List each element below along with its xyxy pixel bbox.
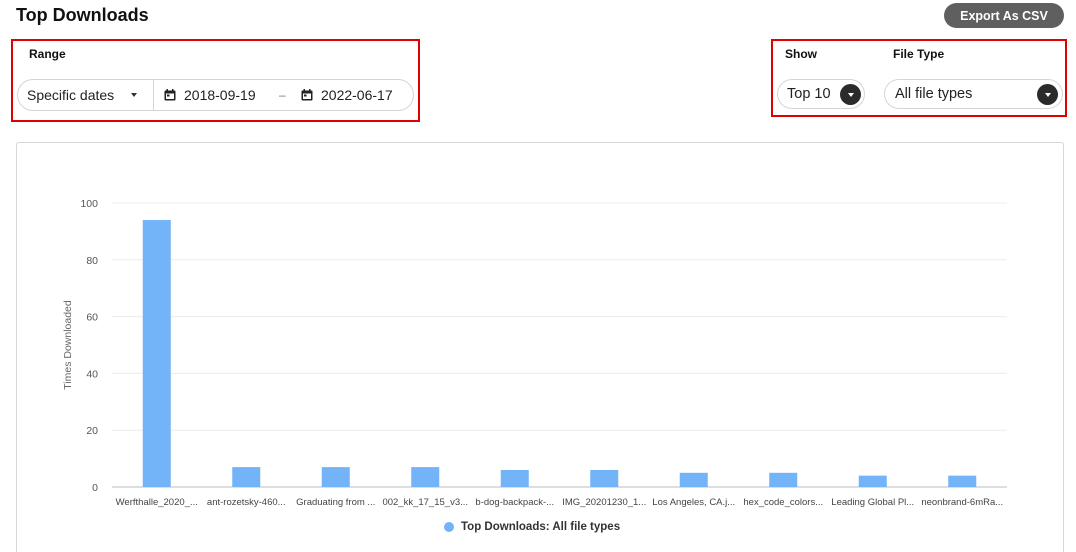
legend-swatch xyxy=(444,522,454,532)
x-tick-label: hex_code_colors... xyxy=(743,497,823,508)
page-title: Top Downloads xyxy=(16,5,149,25)
chevron-down-icon xyxy=(1037,84,1058,105)
y-tick-label: 0 xyxy=(92,482,98,494)
y-tick-label: 80 xyxy=(86,255,98,267)
bar xyxy=(232,467,261,487)
bar xyxy=(858,475,887,487)
bar xyxy=(769,472,798,487)
chart-card: 0 20 40 60 80 100 Times Downloaded Werfthalle_2… xyxy=(16,142,1064,552)
export-csv-button[interactable]: Export As CSV xyxy=(944,3,1064,28)
top-downloads-chart: 0 20 40 60 80 100 Times Downloaded Werfthalle_2… xyxy=(62,198,1007,508)
x-tick-label: Leading Global Pl... xyxy=(831,497,914,508)
date-to-field[interactable]: 2022-06-17 xyxy=(301,80,411,110)
bar xyxy=(321,467,350,487)
y-axis-label: Times Downloaded xyxy=(62,300,74,390)
range-select-value: Specific dates xyxy=(27,87,115,103)
range-select[interactable]: Specific dates xyxy=(18,80,154,110)
x-tick-label: Werfthalle_2020_... xyxy=(116,497,198,508)
bar xyxy=(679,472,708,487)
show-select-value: Top 10 xyxy=(787,86,831,102)
x-tick-label: Los Angeles, CA.j... xyxy=(652,497,735,508)
file-type-label: File Type xyxy=(893,47,945,61)
x-tick-label: neonbrand-6mRa... xyxy=(921,497,1003,508)
bar xyxy=(590,469,619,487)
bar xyxy=(142,220,171,487)
legend-label: Top Downloads: All file types xyxy=(461,521,621,533)
date-range-control: Specific dates 2018-09-19 – 2022-06-17 xyxy=(17,79,414,111)
y-tick-label: 20 xyxy=(86,425,98,437)
file-type-select[interactable]: All file types xyxy=(884,79,1063,109)
chevron-down-icon xyxy=(840,84,861,105)
x-tick-label: ant-rozetsky-460... xyxy=(207,497,286,508)
date-from-field[interactable]: 2018-09-19 xyxy=(164,80,274,110)
range-divider xyxy=(153,80,154,110)
x-tick-label: b-dog-backpack-... xyxy=(475,497,554,508)
show-select[interactable]: Top 10 xyxy=(777,79,865,109)
caret-down-icon xyxy=(131,93,137,97)
x-tick-label: Graduating from ... xyxy=(296,497,375,508)
top-downloads-page: Top Downloads Export As CSV Range Specif… xyxy=(0,0,1076,552)
bar xyxy=(411,467,440,487)
date-from-value: 2018-09-19 xyxy=(184,87,256,103)
date-separator: – xyxy=(279,88,286,102)
y-tick-label: 100 xyxy=(80,198,98,210)
x-tick-label: IMG_20201230_1... xyxy=(562,497,646,508)
bar xyxy=(948,475,977,487)
date-to-value: 2022-06-17 xyxy=(321,87,393,103)
file-type-select-value: All file types xyxy=(895,86,973,102)
bar xyxy=(500,469,529,487)
calendar-icon xyxy=(164,89,176,101)
show-label: Show xyxy=(785,47,817,61)
chart-legend[interactable]: Top Downloads: All file types xyxy=(444,521,620,533)
range-label: Range xyxy=(29,47,66,61)
y-tick-label: 60 xyxy=(86,312,98,324)
x-tick-label: 002_kk_17_15_v3... xyxy=(382,497,468,508)
y-tick-label: 40 xyxy=(86,368,98,380)
calendar-icon xyxy=(301,89,313,101)
